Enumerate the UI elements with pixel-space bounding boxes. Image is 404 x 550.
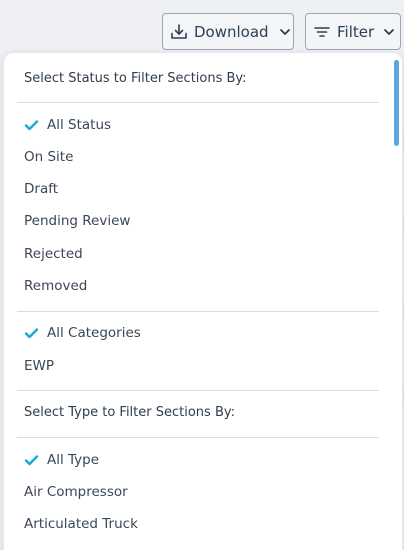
status-option-label: Rejected	[24, 246, 83, 262]
divider	[17, 390, 379, 391]
chevron-down-icon	[278, 25, 292, 39]
status-option-removed[interactable]: Removed	[24, 278, 87, 294]
category-option-all[interactable]: All Categories	[24, 325, 141, 341]
status-option-label: On Site	[24, 149, 74, 165]
scrollbar-thumb[interactable]	[394, 60, 399, 146]
category-option-ewp[interactable]: EWP	[24, 358, 54, 374]
type-option-label: Air Compressor	[24, 484, 128, 500]
type-option-label: Articulated Truck	[24, 516, 138, 532]
category-option-label: All Categories	[47, 325, 141, 341]
type-option-air-compressor[interactable]: Air Compressor	[24, 484, 128, 500]
filter-button[interactable]: Filter	[305, 13, 401, 50]
type-option-articulated-truck[interactable]: Articulated Truck	[24, 516, 138, 532]
type-option-all[interactable]: All Type	[24, 452, 99, 468]
filter-button-label: Filter	[337, 22, 375, 41]
status-option-on-site[interactable]: On Site	[24, 149, 73, 165]
page: Download Filter Select Status to Filter …	[0, 0, 404, 550]
type-option-label: All Type	[47, 452, 100, 468]
download-icon	[169, 22, 189, 42]
status-filter-heading: Select Status to Filter Sections By:	[24, 71, 247, 86]
divider	[17, 102, 379, 103]
status-option-label: Pending Review	[24, 213, 131, 229]
download-button[interactable]: Download	[162, 13, 294, 50]
download-button-label: Download	[194, 22, 269, 41]
filter-icon	[312, 22, 332, 42]
type-filter-heading: Select Type to Filter Sections By:	[24, 405, 235, 420]
checkmark-icon	[24, 454, 39, 466]
status-option-rejected[interactable]: Rejected	[24, 246, 83, 262]
checkmark-icon	[24, 327, 39, 339]
status-option-label: Removed	[24, 278, 88, 294]
status-option-label: All Status	[47, 117, 112, 133]
status-option-label: Draft	[24, 181, 59, 197]
status-option-all[interactable]: All Status	[24, 117, 111, 133]
status-option-draft[interactable]: Draft	[24, 181, 58, 197]
chevron-down-icon	[382, 25, 396, 39]
checkmark-icon	[24, 119, 39, 131]
category-option-label: EWP	[24, 358, 55, 374]
status-option-pending-review[interactable]: Pending Review	[24, 213, 130, 229]
divider	[17, 437, 379, 438]
divider	[17, 311, 379, 312]
filter-dropdown: Select Status to Filter Sections By: All…	[3, 52, 403, 550]
